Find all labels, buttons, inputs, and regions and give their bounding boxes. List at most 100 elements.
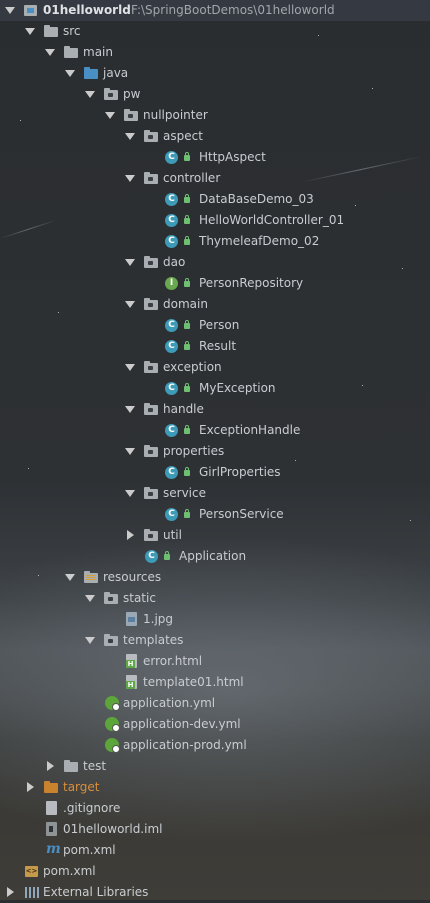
expand-arrow-icon[interactable] <box>65 70 75 77</box>
excluded-folder-icon <box>44 781 58 793</box>
class-icon: C <box>165 151 178 164</box>
tree-row-iml[interactable]: 01helloworld.iml <box>0 819 430 840</box>
tree-item-label: DataBaseDemo_03 <box>199 192 314 206</box>
tree-row-templates[interactable]: templates <box>0 630 430 651</box>
tree-item-label: aspect <box>163 129 203 143</box>
tree-item-label: application-prod.yml <box>123 738 247 752</box>
tree-row-util[interactable]: util <box>0 525 430 546</box>
expand-arrow-icon[interactable] <box>25 28 35 35</box>
tree-row-database-demo[interactable]: C DataBaseDemo_03 <box>0 189 430 210</box>
expand-arrow-icon[interactable] <box>85 595 95 602</box>
tree-row-application-yml[interactable]: application.yml <box>0 693 430 714</box>
tree-row-main[interactable]: main <box>0 42 430 63</box>
tree-row-application-dev-yml[interactable]: application-dev.yml <box>0 714 430 735</box>
image-file-icon <box>126 612 137 626</box>
tree-row-dao[interactable]: dao <box>0 252 430 273</box>
expand-arrow-icon[interactable] <box>65 574 75 581</box>
tree-row-resources[interactable]: resources <box>0 567 430 588</box>
resources-folder-icon <box>84 571 98 583</box>
tree-row-person-service[interactable]: C PersonService <box>0 504 430 525</box>
package-icon <box>144 130 158 142</box>
project-name: 01helloworld <box>43 3 131 17</box>
tree-row-http-aspect[interactable]: C HttpAspect <box>0 147 430 168</box>
tree-item-label: templates <box>123 633 184 647</box>
expand-arrow-icon[interactable] <box>125 133 135 140</box>
spring-config-icon <box>105 738 120 753</box>
tree-row-static[interactable]: static <box>0 588 430 609</box>
collapse-arrow-icon[interactable] <box>7 887 14 897</box>
spring-config-icon <box>105 717 120 732</box>
tree-row-aspect[interactable]: aspect <box>0 126 430 147</box>
tree-row-error-html[interactable]: error.html <box>0 651 430 672</box>
tree-row-thymeleaf-demo[interactable]: C ThymeleafDemo_02 <box>0 231 430 252</box>
tree-row-pom-xml[interactable]: pom.xml <box>0 861 430 882</box>
tree-row-hello-controller[interactable]: C HelloWorldController_01 <box>0 210 430 231</box>
tree-row-pom-maven[interactable]: m pom.xml <box>0 840 430 861</box>
tree-item-label: util <box>163 528 182 542</box>
tree-row-src[interactable]: src <box>0 21 430 42</box>
module-folder-icon <box>24 5 37 16</box>
tree-item-label: static <box>123 591 156 605</box>
tree-item-label: HttpAspect <box>199 150 266 164</box>
tree-row-exception-handle[interactable]: C ExceptionHandle <box>0 420 430 441</box>
html-file-icon <box>126 654 137 668</box>
tree-row-person[interactable]: C Person <box>0 315 430 336</box>
package-icon <box>104 88 118 100</box>
tree-row-application-prod-yml[interactable]: application-prod.yml <box>0 735 430 756</box>
html-file-icon <box>126 675 137 689</box>
tree-row-pw[interactable]: pw <box>0 84 430 105</box>
expand-arrow-icon[interactable] <box>5 7 15 14</box>
expand-arrow-icon[interactable] <box>85 91 95 98</box>
collapse-arrow-icon[interactable] <box>127 530 134 540</box>
expand-arrow-icon[interactable] <box>85 637 95 644</box>
tree-item-label: pom.xml <box>63 843 116 857</box>
expand-arrow-icon[interactable] <box>125 406 135 413</box>
class-icon: C <box>165 466 178 479</box>
tree-row-application[interactable]: C Application <box>0 546 430 567</box>
tree-row-result[interactable]: C Result <box>0 336 430 357</box>
expand-arrow-icon[interactable] <box>125 301 135 308</box>
tree-row-handle[interactable]: handle <box>0 399 430 420</box>
tree-item-label: controller <box>163 171 221 185</box>
tree-row-person-repository[interactable]: I PersonRepository <box>0 273 430 294</box>
tree-row-domain[interactable]: domain <box>0 294 430 315</box>
tree-row-project-root[interactable]: 01helloworld F:\SpringBootDemos\01hellow… <box>0 0 430 21</box>
tree-row-java[interactable]: java <box>0 63 430 84</box>
tree-row-properties[interactable]: properties <box>0 441 430 462</box>
tree-row-nullpointer[interactable]: nullpointer <box>0 105 430 126</box>
tree-row-jpg[interactable]: 1.jpg <box>0 609 430 630</box>
tree-item-label: pw <box>123 87 141 101</box>
tree-row-girl-properties[interactable]: C GirlProperties <box>0 462 430 483</box>
tree-item-label: test <box>83 759 107 773</box>
tree-item-label: .gitignore <box>63 801 121 815</box>
lock-icon <box>164 551 170 560</box>
collapse-arrow-icon[interactable] <box>27 782 34 792</box>
tree-row-my-exception[interactable]: C MyException <box>0 378 430 399</box>
expand-arrow-icon[interactable] <box>125 490 135 497</box>
expand-arrow-icon[interactable] <box>125 364 135 371</box>
tree-row-template01-html[interactable]: template01.html <box>0 672 430 693</box>
expand-arrow-icon[interactable] <box>125 448 135 455</box>
tree-row-service[interactable]: service <box>0 483 430 504</box>
tree-row-controller[interactable]: controller <box>0 168 430 189</box>
tree-item-label: application-dev.yml <box>123 717 241 731</box>
tree-row-test[interactable]: test <box>0 756 430 777</box>
package-icon <box>144 256 158 268</box>
package-icon <box>144 403 158 415</box>
collapse-arrow-icon[interactable] <box>47 761 54 771</box>
tree-row-gitignore[interactable]: .gitignore <box>0 798 430 819</box>
expand-arrow-icon[interactable] <box>125 175 135 182</box>
class-icon: C <box>165 508 178 521</box>
tree-row-target[interactable]: target <box>0 777 430 798</box>
tree-item-label: resources <box>103 570 162 584</box>
expand-arrow-icon[interactable] <box>125 259 135 266</box>
lock-icon <box>184 341 190 350</box>
tree-item-label: PersonRepository <box>199 276 304 290</box>
expand-arrow-icon[interactable] <box>105 112 115 119</box>
class-icon: C <box>165 382 178 395</box>
xml-file-icon <box>25 866 38 877</box>
expand-arrow-icon[interactable] <box>45 49 55 56</box>
tree-row-exception[interactable]: exception <box>0 357 430 378</box>
project-path: F:\SpringBootDemos\01helloworld <box>131 3 335 17</box>
class-icon: C <box>165 214 178 227</box>
